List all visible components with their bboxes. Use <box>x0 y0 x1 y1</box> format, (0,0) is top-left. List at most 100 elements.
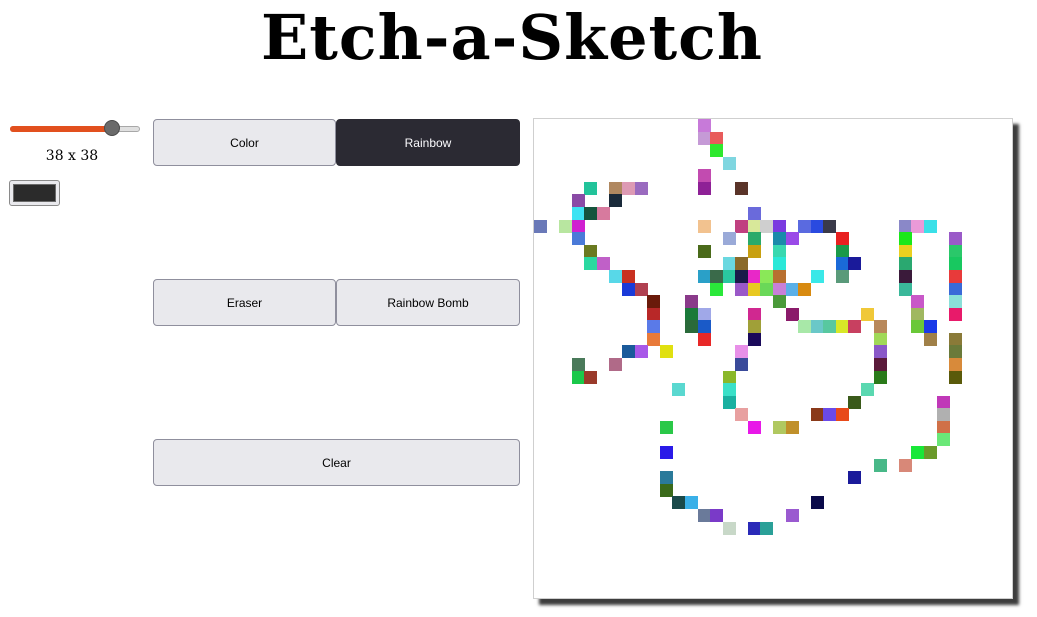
grid-cell[interactable] <box>747 307 761 321</box>
grid-cell[interactable] <box>634 282 648 296</box>
grid-cell[interactable] <box>949 345 963 359</box>
grid-cell[interactable] <box>571 207 585 221</box>
grid-cell[interactable] <box>710 144 724 158</box>
grid-cell[interactable] <box>949 295 963 309</box>
grid-cell[interactable] <box>798 282 812 296</box>
grid-cell[interactable] <box>810 269 824 283</box>
grid-cell[interactable] <box>898 282 912 296</box>
grid-cell[interactable] <box>923 446 937 460</box>
grid-cell[interactable] <box>735 181 749 195</box>
grid-cell[interactable] <box>609 181 623 195</box>
grid-cell[interactable] <box>835 408 849 422</box>
grid-cell[interactable] <box>697 332 711 346</box>
grid-cell[interactable] <box>911 446 925 460</box>
grid-cell[interactable] <box>609 269 623 283</box>
grid-cell[interactable] <box>622 345 636 359</box>
grid-cell[interactable] <box>571 232 585 246</box>
grid-cell[interactable] <box>949 307 963 321</box>
grid-cell[interactable] <box>835 269 849 283</box>
grid-cell[interactable] <box>949 370 963 384</box>
grid-cell[interactable] <box>735 282 749 296</box>
grid-cell[interactable] <box>735 257 749 271</box>
grid-cell[interactable] <box>747 521 761 535</box>
grid-cell[interactable] <box>659 420 673 434</box>
grid-cell[interactable] <box>873 370 887 384</box>
grid-cell[interactable] <box>722 521 736 535</box>
grid-cell[interactable] <box>785 307 799 321</box>
grid-cell[interactable] <box>949 269 963 283</box>
grid-cell[interactable] <box>835 257 849 271</box>
grid-cell[interactable] <box>873 332 887 346</box>
grid-cell[interactable] <box>823 320 837 334</box>
grid-cell[interactable] <box>722 156 736 170</box>
grid-cell[interactable] <box>911 219 925 233</box>
grid-cell[interactable] <box>647 320 661 334</box>
grid-cell[interactable] <box>697 307 711 321</box>
grid-cell[interactable] <box>747 232 761 246</box>
grid-cell[interactable] <box>873 320 887 334</box>
grid-cell[interactable] <box>710 131 724 145</box>
grid-cell[interactable] <box>684 320 698 334</box>
grid-cell[interactable] <box>898 219 912 233</box>
grid-cell[interactable] <box>747 282 761 296</box>
eraser-button[interactable]: Eraser <box>153 279 336 326</box>
grid-cell[interactable] <box>861 383 875 397</box>
grid-cell[interactable] <box>634 181 648 195</box>
grid-cell[interactable] <box>785 420 799 434</box>
grid-cell[interactable] <box>747 244 761 258</box>
grid-cell[interactable] <box>773 295 786 309</box>
grid-cell[interactable] <box>735 358 749 371</box>
grid-cell[interactable] <box>785 232 799 246</box>
grid-cell[interactable] <box>710 269 724 283</box>
grid-cell[interactable] <box>609 194 623 208</box>
grid-cell[interactable] <box>634 345 648 359</box>
grid-cell[interactable] <box>810 320 824 334</box>
grid-cell[interactable] <box>609 358 623 371</box>
grid-cell[interactable] <box>584 370 598 384</box>
grid-cell[interactable] <box>760 282 774 296</box>
grid-cell[interactable] <box>735 269 749 283</box>
grid-cell[interactable] <box>710 508 724 522</box>
grid-cell[interactable] <box>672 496 686 510</box>
grid-cell[interactable] <box>735 345 749 359</box>
slider-thumb[interactable] <box>104 120 120 136</box>
grid-cell[interactable] <box>936 408 950 422</box>
grid-cell[interactable] <box>848 471 862 485</box>
grid-cell[interactable] <box>773 244 786 258</box>
grid-cell[interactable] <box>949 232 963 246</box>
grid-cell[interactable] <box>559 219 573 233</box>
grid-cell[interactable] <box>747 420 761 434</box>
grid-cell[interactable] <box>936 395 950 409</box>
grid-cell[interactable] <box>697 219 711 233</box>
grid-cell[interactable] <box>848 320 862 334</box>
grid-cell[interactable] <box>823 408 837 422</box>
grid-cell[interactable] <box>697 320 711 334</box>
grid-cell[interactable] <box>697 131 711 145</box>
grid-cell[interactable] <box>898 269 912 283</box>
grid-cell[interactable] <box>848 395 862 409</box>
grid-cell[interactable] <box>848 257 862 271</box>
grid-cell[interactable] <box>911 320 925 334</box>
grid-cell[interactable] <box>697 181 711 195</box>
grid-cell[interactable] <box>798 219 812 233</box>
grid-cell[interactable] <box>584 244 598 258</box>
grid-cell[interactable] <box>798 320 812 334</box>
grid-cell[interactable] <box>659 345 673 359</box>
rainbow-button[interactable]: Rainbow <box>336 119 520 166</box>
grid-cell[interactable] <box>949 282 963 296</box>
grid-cell[interactable] <box>596 257 610 271</box>
grid-cell[interactable] <box>861 307 875 321</box>
grid-cell[interactable] <box>898 232 912 246</box>
grid-cell[interactable] <box>647 295 661 309</box>
grid-cell[interactable] <box>873 358 887 371</box>
grid-cell[interactable] <box>647 307 661 321</box>
grid-cell[interactable] <box>672 383 686 397</box>
grid-cell[interactable] <box>936 420 950 434</box>
grid-cell[interactable] <box>773 232 786 246</box>
grid-cell[interactable] <box>697 508 711 522</box>
grid-cell[interactable] <box>949 358 963 371</box>
grid-cell[interactable] <box>936 433 950 447</box>
grid-cell[interactable] <box>747 332 761 346</box>
grid-cell[interactable] <box>760 521 774 535</box>
grid-cell[interactable] <box>747 219 761 233</box>
